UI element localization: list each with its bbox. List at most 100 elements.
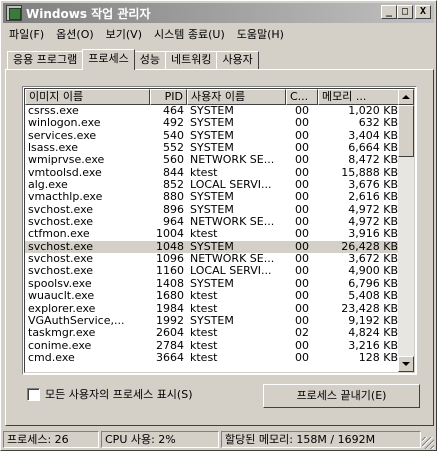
minimize-button[interactable]: _ <box>381 5 397 19</box>
table-row[interactable]: conime.exe 2784 ktest 00 3,216 KB <box>25 340 401 352</box>
process-image-name: svchost.exe <box>28 240 94 253</box>
table-row[interactable]: spoolsv.exe 1408 SYSTEM 00 6,796 KB <box>25 278 401 290</box>
process-image-name: svchost.exe <box>28 203 94 216</box>
show-all-users-option[interactable]: 모든 사용자의 프로세스 표시(S) <box>27 386 193 402</box>
table-row[interactable]: ctfmon.exe 1004 ktest 00 3,916 KB <box>25 228 401 240</box>
scroll-up-button[interactable] <box>398 89 414 105</box>
process-memory: 3,404 KB <box>348 129 398 142</box>
process-user: SYSTEM <box>190 277 234 290</box>
process-image-name: csrss.exe <box>28 105 79 117</box>
table-row[interactable]: csrss.exe 464 SYSTEM 00 1,020 KB <box>25 105 401 117</box>
process-list[interactable]: 이미지 이름 PID 사용자 이름 C... 메모리 ... csrss.exe… <box>22 86 417 375</box>
tab-users[interactable]: 사용자 <box>216 51 259 69</box>
table-row[interactable]: VGAuthService,... 1992 SYSTEM 00 9,192 KB <box>25 315 401 327</box>
process-pid: 560 <box>163 154 184 167</box>
menu-shutdown[interactable]: 시스템 종료(U) <box>148 26 231 42</box>
process-pid: 852 <box>163 179 184 192</box>
process-pid: 1004 <box>156 228 184 241</box>
process-memory: 23,428 KB <box>341 302 398 315</box>
table-row[interactable]: services.exe 540 SYSTEM 00 3,404 KB <box>25 130 401 142</box>
process-user: LOCAL SERVI... <box>190 265 272 278</box>
menu-file[interactable]: 파일(F) <box>3 26 50 42</box>
process-user: ktest <box>190 302 218 315</box>
process-user: SYSTEM <box>190 117 234 130</box>
scroll-thumb[interactable] <box>398 105 414 157</box>
process-memory: 26,428 KB <box>341 240 398 253</box>
process-image-name: svchost.exe <box>28 265 94 278</box>
tab-performance[interactable]: 성능 <box>133 51 166 69</box>
status-bar: 프로세스: 26 CPU 사용: 2% 할당된 메모리: 158M / 1692… <box>3 431 434 449</box>
process-image-name: vmacthlp.exe <box>28 191 103 204</box>
process-image-name: explorer.exe <box>28 302 96 315</box>
process-pid: 464 <box>163 105 184 117</box>
table-row[interactable]: cmd.exe 3664 ktest 00 128 KB <box>25 352 401 364</box>
table-row[interactable]: svchost.exe 896 SYSTEM 00 4,972 KB <box>25 204 401 216</box>
process-pid: 1408 <box>156 277 184 290</box>
table-row[interactable]: svchost.exe 964 NETWORK SE... 00 4,972 KB <box>25 216 401 228</box>
tab-applications[interactable]: 응용 프로그램 <box>7 51 84 69</box>
column-cpu[interactable]: C... <box>286 89 318 105</box>
process-cpu: 00 <box>295 351 309 364</box>
maximize-button[interactable]: □ <box>397 5 413 19</box>
process-user: ktest <box>190 327 218 340</box>
table-row[interactable]: vmacthlp.exe 880 SYSTEM 00 2,616 KB <box>25 191 401 203</box>
process-user: ktest <box>190 351 218 364</box>
menu-options[interactable]: 옵션(O) <box>50 26 99 42</box>
arrow-down-icon <box>402 362 410 366</box>
process-image-name: winlogon.exe <box>28 117 101 130</box>
table-row[interactable]: vmtoolsd.exe 844 ktest 00 15,888 KB <box>25 167 401 179</box>
process-image-name: wmiprvse.exe <box>28 154 105 167</box>
vertical-scrollbar[interactable] <box>398 89 414 372</box>
process-memory: 6,664 KB <box>348 142 398 155</box>
process-user: ktest <box>190 166 218 179</box>
process-memory: 4,972 KB <box>348 203 398 216</box>
process-pid: 3664 <box>156 351 184 364</box>
table-row[interactable]: svchost.exe 1048 SYSTEM 00 26,428 KB <box>25 240 401 254</box>
process-image-name: alg.exe <box>28 179 68 192</box>
column-memory[interactable]: 메모리 ... <box>318 89 401 105</box>
process-cpu: 00 <box>295 179 309 192</box>
process-cpu: 00 <box>295 142 309 155</box>
scroll-down-button[interactable] <box>398 356 414 372</box>
table-row[interactable]: lsass.exe 552 SYSTEM 00 6,664 KB <box>25 142 401 154</box>
process-pid: 844 <box>163 166 184 179</box>
table-row[interactable]: winlogon.exe 492 SYSTEM 00 632 KB <box>25 117 401 129</box>
tab-processes[interactable]: 프로세스 <box>82 49 135 70</box>
table-row[interactable]: wmiprvse.exe 560 NETWORK SE... 00 8,472 KB <box>25 154 401 166</box>
close-button[interactable]: X <box>415 5 431 19</box>
process-memory: 15,888 KB <box>341 166 398 179</box>
table-row[interactable]: wuauclt.exe 1680 ktest 00 5,408 KB <box>25 290 401 302</box>
process-user: SYSTEM <box>190 240 234 253</box>
title-bar[interactable]: Windows 작업 관리자 _ □ X <box>3 3 434 23</box>
process-cpu: 00 <box>295 302 309 315</box>
process-memory: 9,192 KB <box>348 314 398 327</box>
table-row[interactable]: taskmgr.exe 2604 ktest 02 4,824 KB <box>25 327 401 339</box>
column-pid[interactable]: PID <box>150 89 187 105</box>
process-memory: 3,916 KB <box>348 228 398 241</box>
process-cpu: 00 <box>295 253 309 266</box>
table-row[interactable]: explorer.exe 1984 ktest 00 23,428 KB <box>25 303 401 315</box>
process-cpu: 02 <box>295 327 309 340</box>
process-pid: 2784 <box>156 339 184 352</box>
end-process-button[interactable]: 프로세스 끝내기(E) <box>263 384 420 408</box>
column-image-name[interactable]: 이미지 이름 <box>25 89 150 105</box>
column-user-name[interactable]: 사용자 이름 <box>187 89 286 105</box>
process-memory: 1,020 KB <box>348 105 398 117</box>
menu-help[interactable]: 도움말(H) <box>231 26 290 42</box>
table-row[interactable]: alg.exe 852 LOCAL SERVI... 00 3,676 KB <box>25 179 401 191</box>
process-user: SYSTEM <box>190 142 234 155</box>
tab-networking[interactable]: 네트워킹 <box>164 51 218 69</box>
process-cpu: 00 <box>295 117 309 130</box>
resize-grip-icon[interactable] <box>422 437 434 449</box>
status-process-count: 프로세스: 26 <box>3 431 99 448</box>
process-memory: 3,216 KB <box>348 339 398 352</box>
process-image-name: svchost.exe <box>28 216 94 229</box>
process-pid: 964 <box>163 216 184 229</box>
table-row[interactable]: svchost.exe 1096 NETWORK SE... 00 3,672 KB <box>25 253 401 265</box>
menu-view[interactable]: 보기(V) <box>100 26 148 42</box>
process-pid: 896 <box>163 203 184 216</box>
table-row[interactable]: svchost.exe 1160 LOCAL SERVI... 00 4,900 KB <box>25 265 401 277</box>
show-all-users-checkbox[interactable] <box>27 387 40 401</box>
process-image-name: conime.exe <box>28 339 92 352</box>
process-pid: 1048 <box>156 240 184 253</box>
